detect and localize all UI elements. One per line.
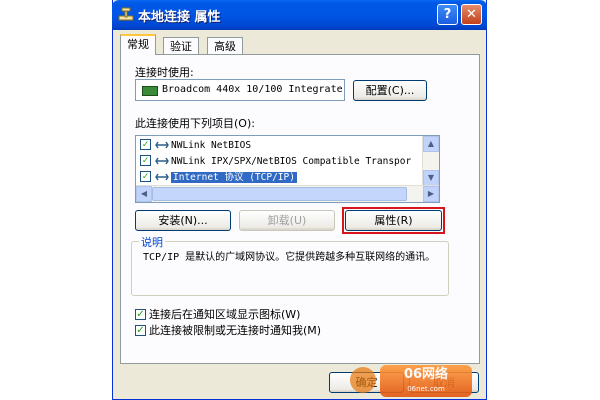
components-label: 此连接使用下列项目(O): (135, 117, 255, 130)
highlight-annotation (342, 207, 445, 234)
help-button[interactable]: ? (437, 4, 458, 25)
title-bar[interactable]: 本地连接 属性 ? ✕ (112, 0, 487, 30)
scroll-down-icon[interactable]: ▼ (423, 170, 439, 186)
protocol-icon (155, 141, 169, 148)
option-show-icon[interactable]: ✓ 连接后在通知区域显示图标(W) (135, 306, 300, 322)
component-checkbox[interactable]: ✓ (140, 171, 151, 182)
list-item-selected[interactable]: ✓ Internet 协议 (TCP/IP) (140, 170, 297, 185)
install-button[interactable]: 安装(N)... (135, 210, 231, 231)
description-title: 说明 (139, 234, 165, 250)
tab-general[interactable]: 常规 (120, 34, 156, 55)
uninstall-button[interactable]: 卸载(U) (239, 210, 335, 231)
network-connection-icon (118, 7, 134, 21)
scroll-up-icon[interactable]: ▲ (423, 136, 439, 152)
components-list[interactable]: ✓ NWLink NetBIOS ✓ NWLink IPX/SPX/NetBIOS … (135, 135, 440, 203)
scroll-thumb[interactable] (152, 187, 407, 201)
watermark-logo-icon (350, 367, 376, 393)
description-group (131, 241, 449, 296)
site-watermark: 06网络 06net.com (350, 365, 472, 397)
tab-advanced[interactable]: 高级 (207, 37, 243, 55)
scroll-right-icon[interactable]: ▶ (423, 186, 439, 202)
network-adapter-icon (142, 86, 158, 96)
device-name: Broadcom 440x 10/100 Integrate (162, 84, 343, 95)
vertical-scrollbar[interactable]: ▲ ▼ (422, 136, 439, 186)
show-icon-checkbox[interactable]: ✓ (135, 308, 146, 320)
device-field: Broadcom 440x 10/100 Integrate (135, 79, 345, 101)
option-notify[interactable]: ✓ 此连接被限制或无连接时通知我(M) (135, 322, 321, 338)
connect-using-label: 连接时使用: (135, 66, 194, 79)
list-item[interactable]: ✓ NWLink IPX/SPX/NetBIOS Compatible Trans… (140, 154, 411, 169)
protocol-icon (155, 157, 169, 164)
tab-authentication[interactable]: 验证 (163, 37, 199, 55)
description-text: TCP/IP 是默认的广域网协议。它提供跨越多种互联网络的通讯。 (143, 252, 436, 263)
protocol-icon (155, 173, 169, 180)
close-button[interactable]: ✕ (461, 4, 482, 25)
horizontal-scrollbar[interactable]: ◀ ▶ (136, 185, 439, 202)
notify-checkbox[interactable]: ✓ (135, 324, 146, 336)
configure-button[interactable]: 配置(C)... (353, 80, 427, 101)
component-checkbox[interactable]: ✓ (140, 155, 151, 166)
scroll-left-icon[interactable]: ◀ (136, 186, 152, 202)
window-title: 本地连接 属性 (138, 10, 221, 25)
component-checkbox[interactable]: ✓ (140, 139, 151, 150)
properties-dialog: 本地连接 属性 ? ✕ 常规 验证 高级 连接时使用: Broadcom 440… (112, 0, 487, 400)
list-item[interactable]: ✓ NWLink NetBIOS (140, 138, 251, 153)
